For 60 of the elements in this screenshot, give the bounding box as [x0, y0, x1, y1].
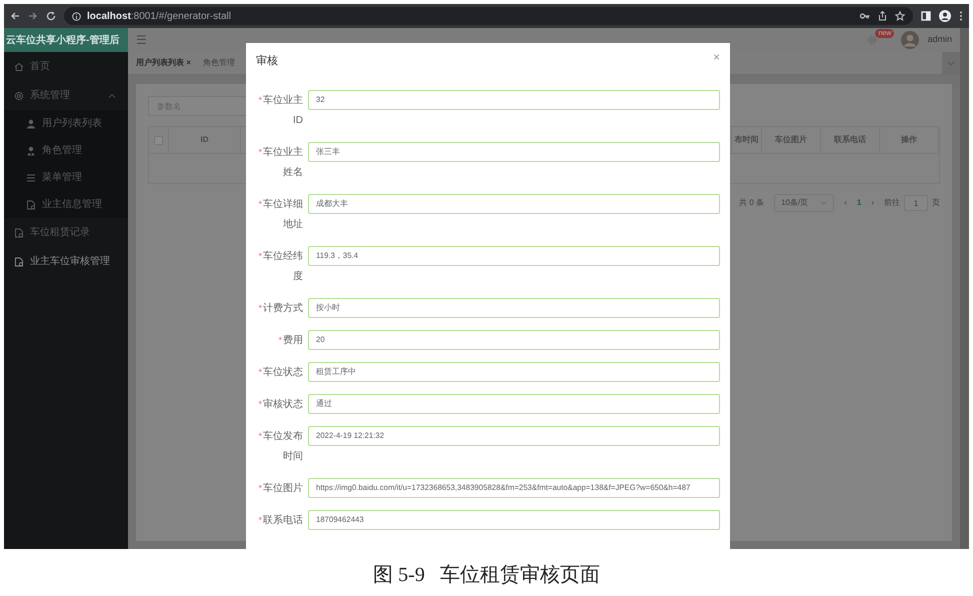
column-header: 车位图片: [775, 134, 807, 146]
back-icon[interactable]: [10, 11, 20, 21]
goto-page-field[interactable]: 1: [904, 195, 928, 211]
user-name[interactable]: admin: [927, 33, 952, 47]
forward-icon[interactable]: [28, 11, 38, 21]
goto-label: 前往: [884, 197, 900, 209]
document-icon: [26, 200, 36, 210]
document-icon: [14, 256, 24, 266]
more-icon[interactable]: [959, 11, 963, 21]
tab[interactable]: 用户列表列表 ×: [134, 57, 201, 69]
prev-page[interactable]: ‹: [844, 197, 847, 209]
next-page[interactable]: ›: [871, 197, 874, 209]
column-header: 布时间: [734, 134, 758, 146]
sidebar-item[interactable]: 业主车位审核管理: [4, 247, 128, 276]
sidebar-item[interactable]: 角色管理: [4, 137, 128, 164]
sidebar-item[interactable]: 系统管理: [4, 81, 128, 110]
field-label: *计费方式: [257, 302, 304, 316]
figure-caption: 图 5-9 车位租赁审核页面: [373, 563, 600, 588]
list-icon: [26, 172, 36, 182]
sidebar-item[interactable]: 业主信息管理: [4, 191, 128, 218]
sidebar-item[interactable]: 车位租赁记录: [4, 218, 128, 247]
column-header: 操作: [901, 134, 917, 146]
total-count: 共 0 条: [739, 197, 764, 209]
page-size-select[interactable]: 10条/页: [774, 194, 834, 212]
key-icon[interactable]: [860, 12, 870, 20]
field-label: *车位业主姓名: [257, 146, 304, 180]
close-button[interactable]: ×: [712, 51, 720, 63]
field-label: *联系电话: [257, 514, 304, 528]
field-label: *车位状态: [257, 366, 304, 380]
field-label: *车位图片: [257, 482, 304, 496]
sidebar-item[interactable]: 首页: [4, 52, 128, 81]
sidebar-item[interactable]: 用户列表列表: [4, 110, 128, 137]
field-label: *审核状态: [257, 398, 304, 412]
profile-icon[interactable]: [939, 10, 951, 22]
chevron-down-icon: [947, 60, 955, 66]
column-header: 联系电话: [834, 134, 866, 146]
info-icon[interactable]: [72, 12, 81, 20]
sidebar-item[interactable]: 菜单管理: [4, 164, 128, 191]
field-label: *车位业主ID: [257, 94, 304, 128]
page-suffix: 页: [932, 197, 940, 209]
app-logo: 云车位共享小程序-管理后: [4, 28, 128, 52]
menu-toggle[interactable]: ☰: [136, 31, 147, 49]
reload-icon[interactable]: [46, 11, 56, 21]
star-icon[interactable]: [895, 11, 905, 21]
share-icon[interactable]: [878, 11, 887, 21]
document-icon: [14, 228, 24, 238]
page-number[interactable]: 1: [856, 197, 862, 209]
gear-icon: [14, 90, 24, 100]
person-icon: [26, 146, 36, 156]
field-label: *费用: [277, 334, 304, 348]
tab[interactable]: 角色管理: [200, 57, 245, 69]
person-icon: [26, 118, 36, 128]
field-label: *车位经纬度: [257, 250, 304, 284]
side-panel-icon[interactable]: [921, 11, 931, 21]
field-label: *车位发布时间: [257, 430, 304, 464]
column-header: ID: [200, 134, 208, 146]
dialog-title: 审核: [256, 54, 278, 69]
field-label: *车位详细地址: [257, 198, 304, 232]
house-icon: [14, 62, 24, 72]
address-url[interactable]: localhost:8001/#/generator-stall: [87, 8, 231, 24]
